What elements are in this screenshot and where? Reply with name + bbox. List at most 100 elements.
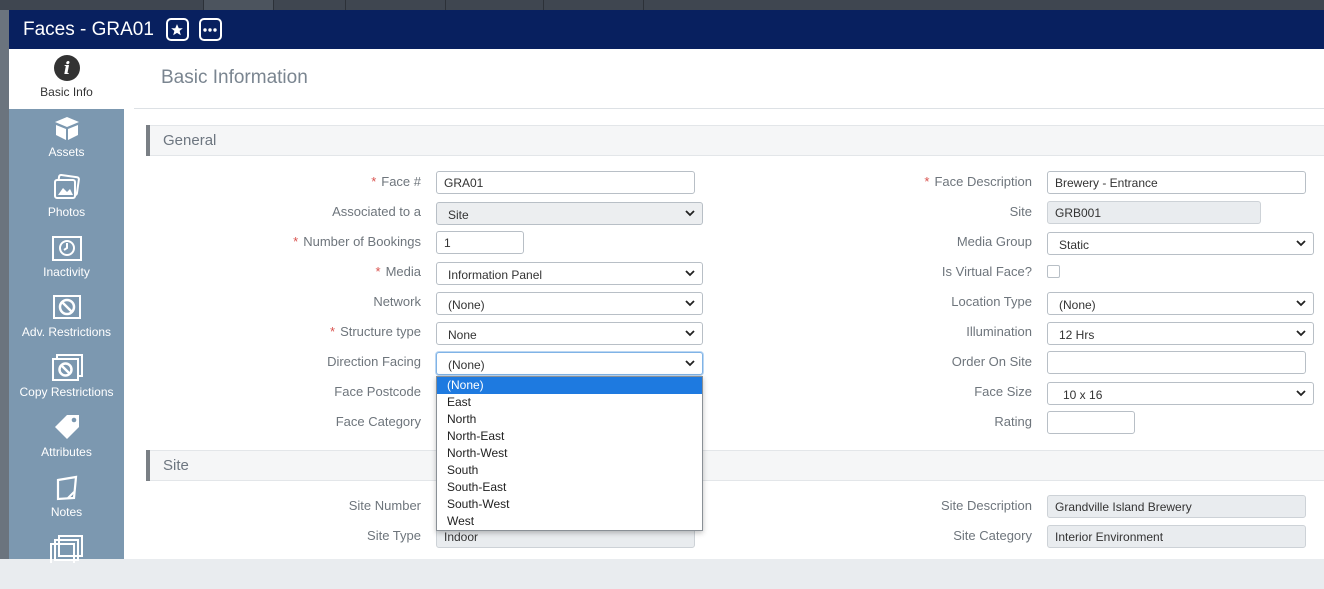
- title-bar: Faces - GRA01: [9, 10, 1324, 49]
- num-bookings-input[interactable]: 1: [436, 231, 524, 254]
- chevron-down-icon: [1296, 330, 1306, 337]
- associated-to-select[interactable]: Site: [436, 202, 703, 225]
- dropdown-option[interactable]: West: [437, 513, 702, 530]
- network-select[interactable]: (None): [436, 292, 703, 315]
- sidebar-item-label: Adv. Restrictions: [21, 325, 112, 339]
- site-input[interactable]: GRB001: [1047, 201, 1261, 224]
- dropdown-option[interactable]: North-West: [437, 445, 702, 462]
- dropdown-option[interactable]: North-East: [437, 428, 702, 445]
- direction-facing-value: (None): [448, 358, 485, 372]
- location-type-label: Location Type: [951, 294, 1032, 309]
- more-options-button[interactable]: [198, 18, 222, 41]
- illumination-label: Illumination: [966, 324, 1032, 339]
- face-postcode-label: Face Postcode: [334, 384, 421, 399]
- chevron-down-icon: [685, 360, 695, 367]
- favorite-button[interactable]: [165, 18, 189, 41]
- face-size-label: Face Size: [974, 384, 1032, 399]
- dropdown-option[interactable]: South: [437, 462, 702, 479]
- order-on-site-label: Order On Site: [951, 354, 1032, 369]
- media-group-value: Static: [1059, 238, 1090, 252]
- face-size-select[interactable]: 10 x 16: [1047, 382, 1314, 405]
- media-select[interactable]: Information Panel: [436, 262, 703, 285]
- chevron-down-icon: [685, 210, 695, 217]
- chevron-down-icon: [685, 300, 695, 307]
- face-size-value: 10 x 16: [1063, 388, 1103, 402]
- location-type-select[interactable]: (None): [1047, 292, 1314, 315]
- sidebar-item-label: Copy Restrictions: [19, 385, 114, 399]
- rating-input[interactable]: [1047, 411, 1135, 434]
- face-description-input[interactable]: Brewery - Entrance: [1047, 171, 1306, 194]
- illumination-value: 12 Hrs: [1059, 328, 1095, 342]
- associated-to-value: Site: [448, 208, 469, 222]
- associated-to-label: Associated to a: [332, 204, 421, 219]
- media-group-select[interactable]: Static: [1047, 232, 1314, 255]
- sidebar-item-copy-restrictions[interactable]: Copy Restrictions: [9, 349, 124, 409]
- site-label: Site: [1009, 204, 1032, 219]
- section-site: Site: [146, 450, 1324, 481]
- illumination-select[interactable]: 12 Hrs: [1047, 322, 1314, 345]
- sidebar-item-label: Assets: [48, 145, 85, 159]
- top-strip: [0, 0, 1324, 10]
- tags-icon: [9, 413, 124, 443]
- face-category-label: Face Category: [335, 414, 421, 429]
- media-label: * Media: [375, 264, 421, 279]
- chevron-down-icon: [1296, 300, 1306, 307]
- main-panel: Basic Information General * Face # Associ…: [124, 49, 1324, 559]
- rating-label: Rating: [994, 414, 1032, 429]
- direction-facing-label: Direction Facing: [327, 354, 421, 369]
- chevron-down-icon: [1296, 390, 1306, 397]
- sidebar-item-attributes[interactable]: Attributes: [9, 409, 124, 469]
- section-title: General: [163, 132, 217, 149]
- site-description-input[interactable]: Grandville Island Brewery: [1047, 495, 1306, 518]
- sidebar-item-basic-info[interactable]: i Basic Info: [9, 49, 124, 109]
- site-description-label: Site Description: [940, 498, 1032, 513]
- direction-facing-dropdown: (None) East North North-East North-West …: [436, 376, 703, 531]
- sidebar: i Basic Info Assets Photos Inactivity Ad…: [9, 49, 124, 565]
- window-left-edge: [0, 10, 9, 559]
- site-category-input[interactable]: Interior Environment: [1047, 525, 1306, 548]
- sidebar-item-more[interactable]: [9, 529, 124, 589]
- sidebar-item-adv-restrictions[interactable]: Adv. Restrictions: [9, 289, 124, 349]
- site-type-label: Site Type: [367, 528, 421, 543]
- network-label: Network: [373, 294, 421, 309]
- face-no-input[interactable]: GRA01: [436, 171, 695, 194]
- sidebar-item-label: Basic Info: [40, 85, 93, 99]
- media-value: Information Panel: [448, 268, 543, 282]
- sidebar-item-label: Photos: [47, 205, 86, 219]
- chevron-down-icon: [1296, 240, 1306, 247]
- window-title: Faces - GRA01: [23, 18, 154, 40]
- structure-type-select[interactable]: None: [436, 322, 703, 345]
- section-title: Site: [163, 457, 189, 474]
- direction-facing-select[interactable]: (None): [436, 352, 703, 375]
- order-on-site-input[interactable]: [1047, 351, 1306, 374]
- dropdown-option[interactable]: East: [437, 394, 702, 411]
- dropdown-option[interactable]: (None): [437, 377, 702, 394]
- is-virtual-checkbox[interactable]: [1047, 265, 1060, 278]
- sidebar-item-notes[interactable]: Notes: [9, 469, 124, 529]
- copy-restriction-icon: [9, 353, 124, 383]
- site-category-label: Site Category: [953, 528, 1032, 543]
- note-icon: [9, 473, 124, 503]
- sidebar-item-photos[interactable]: Photos: [9, 169, 124, 229]
- sidebar-item-label: Inactivity: [43, 265, 90, 279]
- sidebar-item-assets[interactable]: Assets: [9, 109, 124, 169]
- media-group-label: Media Group: [956, 234, 1032, 249]
- sidebar-item-inactivity[interactable]: Inactivity: [9, 229, 124, 289]
- dropdown-option[interactable]: South-West: [437, 496, 702, 513]
- ellipsis-icon: [203, 27, 218, 32]
- face-description-label: * Face Description: [924, 174, 1032, 189]
- site-number-label: Site Number: [348, 498, 421, 513]
- num-bookings-label: * Number of Bookings: [293, 234, 421, 249]
- photos-icon: [9, 173, 124, 203]
- star-icon: [171, 23, 184, 35]
- restriction-icon: [9, 293, 124, 323]
- page-title: Basic Information: [161, 67, 308, 88]
- structure-type-value: None: [448, 328, 477, 342]
- face-no-label: * Face #: [371, 174, 421, 189]
- section-general: General: [146, 125, 1324, 156]
- dropdown-option[interactable]: South-East: [437, 479, 702, 496]
- info-icon: i: [9, 53, 124, 83]
- sidebar-item-label: Attributes: [41, 445, 92, 459]
- sidebar-item-label: Notes: [50, 505, 83, 519]
- dropdown-option[interactable]: North: [437, 411, 702, 428]
